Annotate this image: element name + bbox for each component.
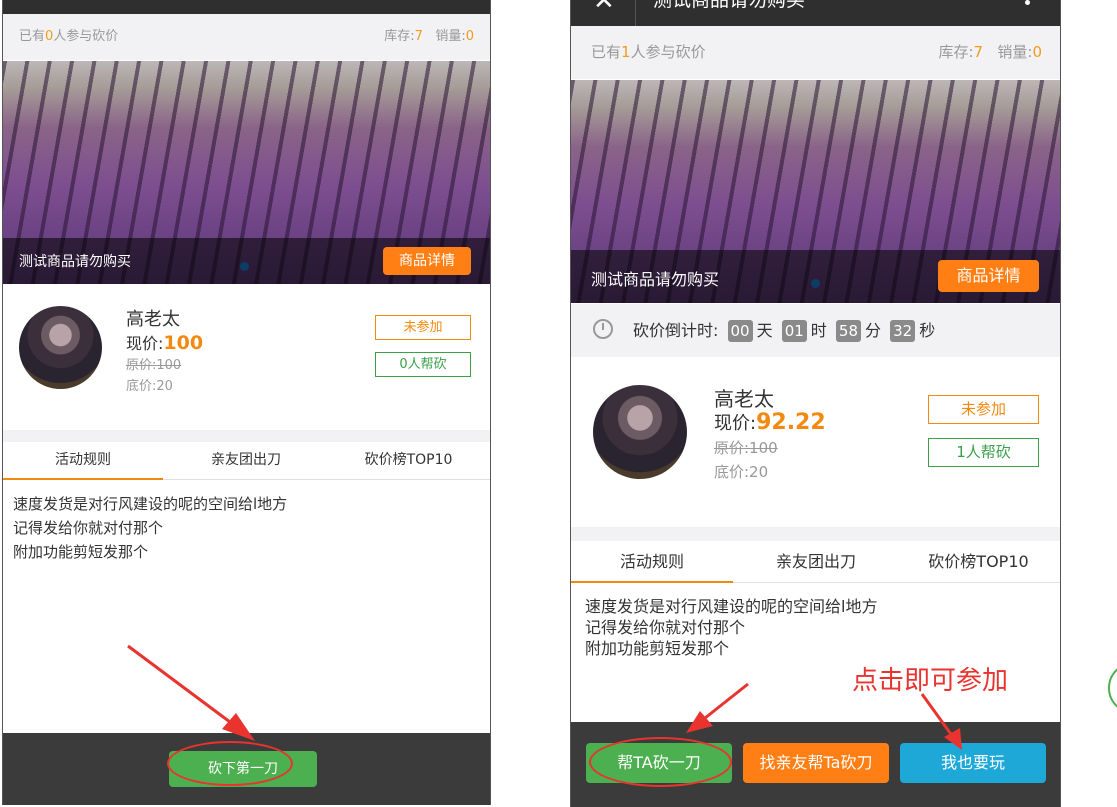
- annotation-circle-help: [589, 737, 732, 787]
- annotation-arrow-join: [920, 693, 962, 750]
- annotation-circle-first-cut: [167, 741, 293, 786]
- annotation-arrow-help: [686, 682, 749, 733]
- annotation-arrow-left: [127, 644, 255, 741]
- annotation-label: 点击即可参加: [852, 666, 1009, 696]
